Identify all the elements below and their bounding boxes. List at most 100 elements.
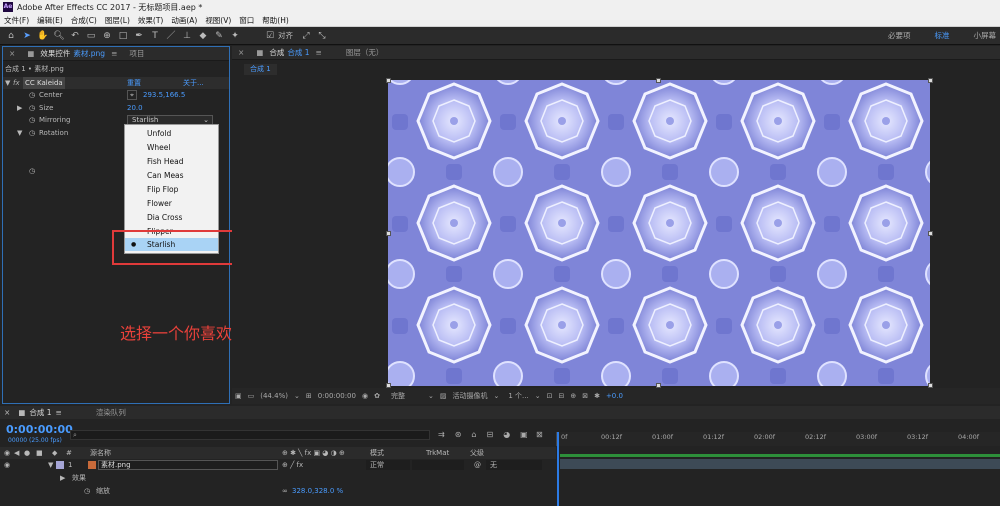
frame-blend-icon[interactable]: ⊟ xyxy=(486,430,493,439)
motion-blur-icon[interactable]: ◕ xyxy=(503,430,510,439)
tab-effect-controls[interactable]: 效果控件 xyxy=(40,48,70,59)
close-icon[interactable]: × xyxy=(232,48,250,57)
column-source-name[interactable]: 源名称 xyxy=(90,447,111,459)
camera-icon[interactable]: ◉ xyxy=(362,392,368,400)
menu-edit[interactable]: 编辑(E) xyxy=(33,15,67,26)
stopwatch-icon[interactable]: ◷ xyxy=(29,89,35,101)
region-icon[interactable]: ⊞ xyxy=(306,392,312,400)
align-checkbox-icon[interactable]: ☑ xyxy=(263,29,277,43)
menu-window[interactable]: 窗口 xyxy=(235,15,258,26)
expand-triangle-icon[interactable]: ▼ xyxy=(17,127,22,139)
expand-triangle-icon[interactable]: ▶ xyxy=(17,102,22,114)
audio-icon[interactable]: ◀ xyxy=(14,447,19,459)
stopwatch-icon[interactable]: ◷ xyxy=(29,127,35,139)
link-icon[interactable]: ∞ xyxy=(282,485,288,497)
comp-subtab[interactable]: 合成 1 xyxy=(244,64,277,75)
label-icon[interactable]: ◆ xyxy=(52,447,57,459)
label-color-swatch[interactable] xyxy=(56,461,64,469)
tab-render-queue[interactable]: 渲染队列 xyxy=(96,407,126,418)
option-can-meas[interactable]: Can Meas xyxy=(125,169,218,182)
tab-project[interactable]: 项目 xyxy=(123,48,150,59)
workspace-standard[interactable]: 标准 xyxy=(935,30,950,41)
about-link[interactable]: 关于... xyxy=(183,77,204,89)
stopwatch-icon[interactable]: ◷ xyxy=(29,114,35,126)
effect-name[interactable]: CC Kaleida xyxy=(23,77,65,89)
lock-icon[interactable]: ■ xyxy=(250,48,269,57)
color-icon[interactable]: ✿ xyxy=(374,392,380,400)
chevron-down-icon[interactable]: ⌄ xyxy=(535,392,541,400)
close-icon[interactable]: × xyxy=(0,408,14,417)
views-select[interactable]: 1 个... xyxy=(508,391,528,401)
eye-icon[interactable]: ◉ xyxy=(4,447,10,459)
tab-effect-file[interactable]: 素材.png xyxy=(73,48,105,59)
selection-tool-icon[interactable]: ➤ xyxy=(20,29,34,43)
close-icon[interactable]: × xyxy=(3,49,21,58)
center-value[interactable]: 293.5,166.5 xyxy=(143,89,185,101)
panel-menu-icon[interactable]: ≡ xyxy=(105,49,123,58)
fast-preview-icon[interactable]: ⊠ xyxy=(582,392,588,400)
chevron-down-icon[interactable]: ⌄ xyxy=(428,392,434,400)
panel-menu-icon[interactable]: ≡ xyxy=(52,408,66,417)
clone-tool-icon[interactable]: ⊥ xyxy=(180,29,194,43)
option-wheel[interactable]: Wheel xyxy=(125,141,218,154)
menu-help[interactable]: 帮助(H) xyxy=(258,15,293,26)
home-icon[interactable]: ⌂ xyxy=(4,29,18,43)
brush-tool-icon[interactable]: ／ xyxy=(164,29,178,43)
eraser-tool-icon[interactable]: ◆ xyxy=(196,29,210,43)
chevron-down-icon[interactable]: ⌄ xyxy=(493,392,499,400)
text-tool-icon[interactable]: T xyxy=(148,29,162,43)
snapshot-icon[interactable]: ▣ xyxy=(235,392,242,400)
hand-tool-icon[interactable]: ✋ xyxy=(36,29,50,43)
work-area-icon[interactable]: ⊠ xyxy=(536,430,543,439)
transform-handle[interactable] xyxy=(928,78,933,83)
crosshair-icon[interactable]: ⌖ xyxy=(127,90,137,100)
workspace-small-screen[interactable]: 小屏幕 xyxy=(974,30,997,41)
expand-triangle-icon[interactable]: ▼ xyxy=(5,77,10,89)
tab-layer[interactable]: 图层（无） xyxy=(340,47,390,58)
menu-view[interactable]: 视图(V) xyxy=(201,15,235,26)
menu-animation[interactable]: 动画(A) xyxy=(167,15,201,26)
transform-handle[interactable] xyxy=(656,78,661,83)
option-flower[interactable]: Flower xyxy=(125,197,218,210)
timecode[interactable]: 0:00:00:00 xyxy=(318,392,356,400)
workspace-essentials[interactable]: 必要项 xyxy=(888,30,911,41)
panel-menu-icon[interactable]: ≡ xyxy=(310,48,328,57)
pen-tool-icon[interactable]: ✒ xyxy=(132,29,146,43)
tab-composition[interactable]: 合成 xyxy=(269,47,284,58)
shy-icon[interactable]: ⌂ xyxy=(471,430,476,439)
size-value[interactable]: 20.0 xyxy=(127,102,143,114)
option-fish-head[interactable]: Fish Head xyxy=(125,155,218,168)
snap-icon[interactable]: ⤢ xyxy=(299,29,313,43)
layer-duration-bar[interactable] xyxy=(560,459,1000,469)
zoom-level[interactable]: (44.4%) xyxy=(260,392,288,400)
option-flip-flop[interactable]: Flip Flop xyxy=(125,183,218,196)
menu-layer[interactable]: 图层(L) xyxy=(101,15,134,26)
trkmat-select[interactable] xyxy=(412,460,464,470)
layer-name[interactable]: 素材.png xyxy=(98,460,278,470)
transform-handle[interactable] xyxy=(386,78,391,83)
expand-triangle-icon[interactable]: ▼ xyxy=(48,459,53,471)
current-time-indicator[interactable] xyxy=(557,432,559,506)
roto-tool-icon[interactable]: ✎ xyxy=(212,29,226,43)
graph-editor-icon[interactable]: ▣ xyxy=(520,430,528,439)
fx-icon[interactable]: fx xyxy=(13,77,20,89)
composition-viewer[interactable] xyxy=(388,80,930,386)
zoom-tool-icon[interactable]: 🔍︎ xyxy=(52,29,66,43)
pan-behind-tool-icon[interactable]: ⊕ xyxy=(100,29,114,43)
lock-icon[interactable]: ■ xyxy=(21,49,40,58)
lock-icon[interactable]: ■ xyxy=(36,447,43,459)
pickwhip-icon[interactable]: @ xyxy=(474,459,481,471)
eye-icon[interactable]: ◉ xyxy=(4,459,10,471)
monitor-icon[interactable]: ▭ xyxy=(248,392,255,400)
exposure-icon[interactable]: ✱ xyxy=(594,392,600,400)
tab-comp-timeline[interactable]: 合成 1 xyxy=(29,407,51,418)
solo-icon[interactable]: ● xyxy=(24,447,30,459)
expand-triangle-icon[interactable]: ▶ xyxy=(60,472,65,484)
camera-select[interactable]: 活动摄像机 xyxy=(452,391,487,401)
transparency-icon[interactable]: ▨ xyxy=(440,392,447,400)
tab-comp-name[interactable]: 合成 1 xyxy=(287,47,309,58)
option-dia-cross[interactable]: Dia Cross xyxy=(125,211,218,224)
rectangle-tool-icon[interactable]: □ xyxy=(116,29,130,43)
rotate-tool-icon[interactable]: ↶ xyxy=(68,29,82,43)
draft-3d-icon[interactable]: ⊛ xyxy=(455,430,462,439)
